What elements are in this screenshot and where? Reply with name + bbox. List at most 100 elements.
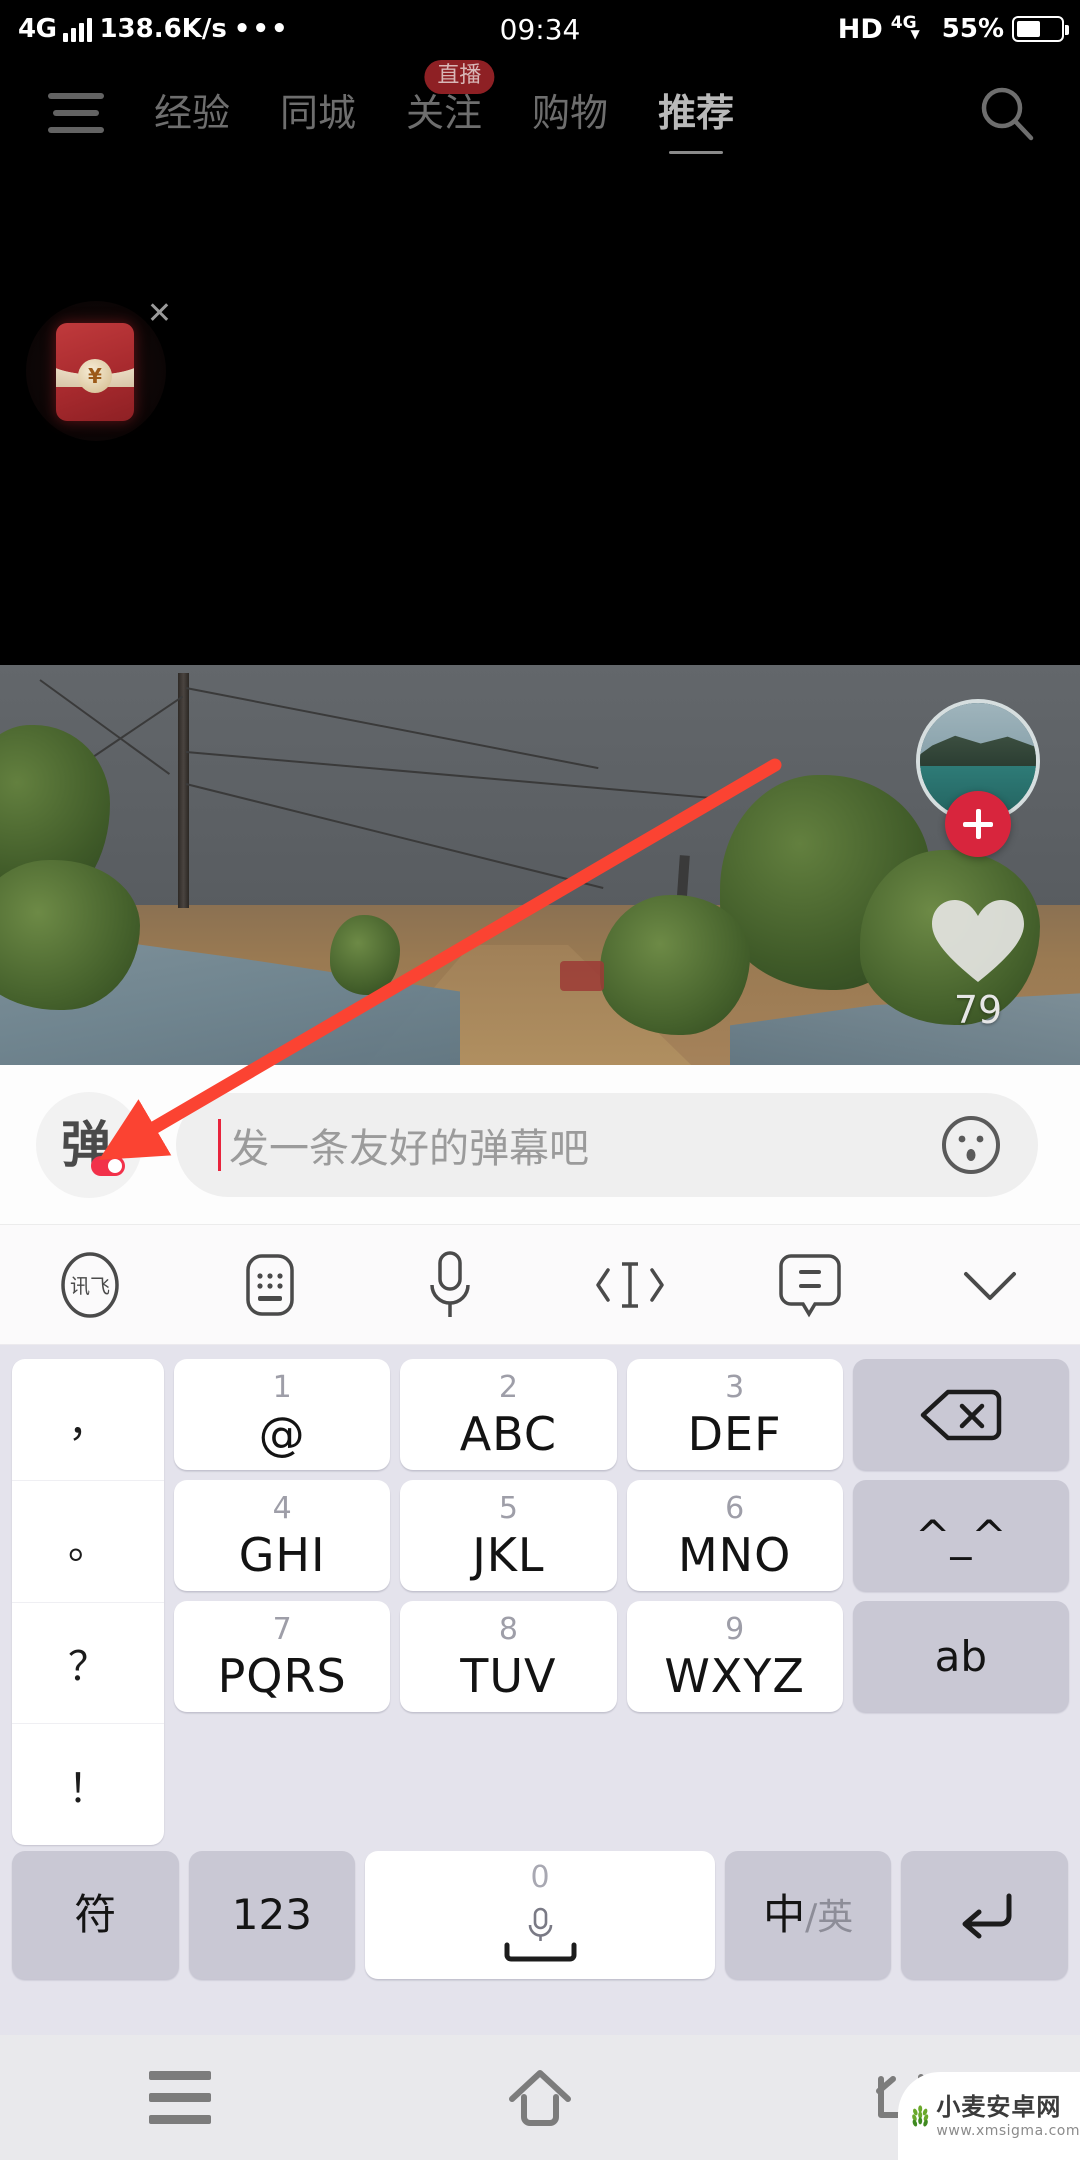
video-tree: [330, 915, 400, 995]
tab-tongcheng[interactable]: 同城: [276, 94, 360, 132]
key-4[interactable]: 4 GHI: [174, 1480, 391, 1591]
space-key[interactable]: 0: [365, 1851, 715, 1979]
search-icon[interactable]: [976, 82, 1038, 144]
home-icon[interactable]: [495, 2063, 585, 2133]
key-letters: DEF: [687, 1406, 782, 1461]
tab-label: 经验: [154, 91, 231, 135]
danmaku-input-bar: 弹 发一条友好的弹幕吧: [0, 1065, 1080, 1225]
status-bar-right: HD 4G ▼ 55%: [837, 13, 1069, 45]
key-6[interactable]: 6 MNO: [626, 1480, 843, 1591]
latin-mode-label: ab: [934, 1631, 988, 1681]
like-group[interactable]: 79: [928, 898, 1028, 1032]
lang-sep: /: [805, 1897, 818, 1938]
like-count-label: 79: [953, 988, 1003, 1032]
key-letters: WXYZ: [664, 1648, 805, 1703]
danmaku-toggle-switch[interactable]: [91, 1155, 125, 1176]
keypad-columns: 1 @ 2 ABC 3 DEF 4 GHI 5 JKL 6 MNO ^_^ 7 …: [169, 1354, 1074, 1845]
keypad-row-1: 1 @ 2 ABC 3 DEF: [169, 1354, 1074, 1475]
symbol-label: 符: [74, 1890, 117, 1939]
content-black-area: ¥ ✕: [0, 168, 1080, 665]
tab-guanzhu[interactable]: 直播 关注: [402, 60, 495, 135]
symbol-key[interactable]: 符: [12, 1851, 179, 1979]
key-question[interactable]: ？: [12, 1603, 164, 1725]
video-player[interactable]: 79: [0, 665, 1080, 1065]
punctuation-column: ， 。 ？ ！: [12, 1359, 164, 1845]
key-exclamation[interactable]: ！: [12, 1724, 164, 1845]
author-avatar-group[interactable]: [916, 699, 1040, 857]
hamburger-icon[interactable]: [48, 93, 104, 133]
battery-icon: [1012, 16, 1069, 42]
recent-apps-icon[interactable]: [135, 2063, 225, 2133]
key-5[interactable]: 5 JKL: [400, 1480, 617, 1591]
numeric-label: 123: [231, 1890, 312, 1939]
danmaku-toggle-button[interactable]: 弹: [36, 1091, 142, 1198]
follow-button[interactable]: [945, 791, 1011, 857]
close-icon[interactable]: ✕: [147, 299, 172, 329]
video-utility-pole: [178, 673, 189, 908]
tab-label: 同城: [280, 91, 357, 135]
key-number: 4: [272, 1490, 292, 1526]
key-number: 7: [272, 1611, 292, 1647]
collapse-keyboard-icon[interactable]: [947, 1242, 1033, 1328]
emoticon-key[interactable]: ^_^: [852, 1480, 1069, 1591]
live-badge[interactable]: 直播: [424, 60, 495, 94]
key-2[interactable]: 2 ABC: [400, 1359, 617, 1470]
data-arrow-icon: ▼: [910, 27, 920, 41]
microphone-icon[interactable]: [407, 1242, 493, 1328]
red-envelope-widget[interactable]: ¥ ✕: [26, 299, 172, 441]
key-number: 2: [498, 1369, 518, 1405]
battery-percent-label: 55%: [941, 14, 1004, 44]
tab-jingyan[interactable]: 经验: [150, 94, 234, 132]
numeric-key[interactable]: 123: [188, 1851, 356, 1979]
key-letters: MNO: [677, 1527, 792, 1582]
emoji-face-icon[interactable]: [940, 1114, 1002, 1176]
hd-voice-icon: HD: [837, 13, 883, 45]
ime-toolbar: 讯飞: [0, 1225, 1080, 1345]
key-number: 5: [498, 1490, 518, 1526]
heart-icon[interactable]: [930, 898, 1026, 984]
coin-seal-icon: ¥: [78, 359, 112, 393]
app-top-navigation: 经验 同城 直播 关注 购物 推荐: [0, 58, 1080, 168]
svg-text:讯飞: 讯飞: [70, 1274, 110, 1298]
key-letters: ABC: [459, 1406, 558, 1461]
space-zero-label: 0: [530, 1860, 550, 1895]
danmaku-input-field[interactable]: 发一条友好的弹幕吧: [176, 1092, 1038, 1197]
tab-tuijian[interactable]: 推荐: [654, 91, 738, 154]
tab-label: 推荐: [658, 91, 735, 135]
input-placeholder: 发一条友好的弹幕吧: [229, 1125, 589, 1172]
key-8[interactable]: 8 TUV: [400, 1601, 617, 1712]
iflytek-logo-icon[interactable]: 讯飞: [47, 1242, 133, 1328]
watermark-url: www.xmsigma.com: [936, 2122, 1080, 2139]
key-letters: JKL: [472, 1527, 545, 1582]
key-7[interactable]: 7 PQRS: [174, 1601, 391, 1712]
key-letters: PQRS: [217, 1648, 347, 1703]
keypad-row-2: 4 GHI 5 JKL 6 MNO ^_^: [169, 1475, 1074, 1596]
phrase-icon[interactable]: [767, 1242, 853, 1328]
red-envelope-icon[interactable]: ¥: [56, 323, 134, 421]
keypad-row-3: 7 PQRS 8 TUV 9 WXYZ ab: [169, 1596, 1074, 1717]
key-3[interactable]: 3 DEF: [626, 1359, 843, 1470]
key-letters: @: [258, 1406, 306, 1461]
key-comma[interactable]: ，: [12, 1359, 164, 1481]
text-caret: [218, 1118, 221, 1171]
tab-gouwu[interactable]: 购物: [528, 94, 612, 132]
backspace-icon[interactable]: [852, 1359, 1069, 1470]
cursor-move-icon[interactable]: [587, 1242, 673, 1328]
watermark-name: 小麦安卓网: [936, 2092, 1062, 2121]
enter-icon[interactable]: [901, 1851, 1069, 1979]
key-9[interactable]: 9 WXYZ: [626, 1601, 843, 1712]
watermark-text: 小麦安卓网 www.xmsigma.com: [936, 2095, 1080, 2138]
emoticon-label: ^_^: [915, 1510, 1007, 1560]
key-number: 9: [725, 1611, 745, 1647]
active-tab-indicator: [669, 151, 724, 154]
lang-en: 英: [817, 1897, 854, 1938]
key-1[interactable]: 1 @: [174, 1359, 391, 1470]
latin-mode-key[interactable]: ab: [852, 1601, 1069, 1712]
language-switch-key[interactable]: 中/英: [724, 1851, 892, 1979]
microphone-icon[interactable]: [485, 1905, 595, 1967]
tab-label: 购物: [532, 91, 609, 135]
key-number: 8: [498, 1611, 518, 1647]
keyboard-switch-icon[interactable]: [227, 1242, 313, 1328]
key-period[interactable]: 。: [12, 1481, 164, 1603]
tab-label: 关注: [406, 91, 483, 135]
